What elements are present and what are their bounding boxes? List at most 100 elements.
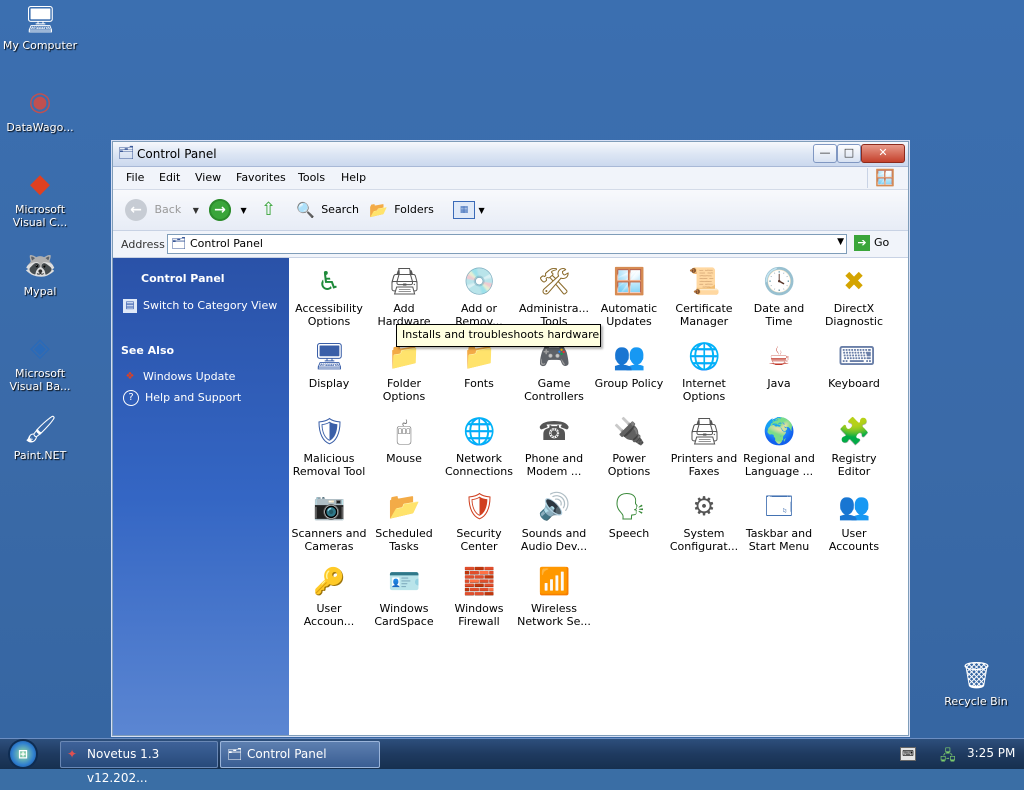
forward-button[interactable]: → ▼ <box>209 198 247 222</box>
windows-logo-icon: 🪟 <box>867 168 902 188</box>
menu-file[interactable]: File <box>126 171 144 184</box>
switch-category-view-link[interactable]: ▤ Switch to Category View <box>123 299 277 313</box>
cp-item-user-accounts[interactable]: 👥 User Accounts <box>816 491 892 553</box>
cp-item-user-accounts-2[interactable]: 🔑 User Accoun... <box>291 566 367 628</box>
cp-item-wireless-network[interactable]: 📶 Wireless Network Se... <box>516 566 592 628</box>
cp-item-label: Scheduled Tasks <box>375 527 433 553</box>
go-button[interactable]: ➔ Go <box>854 235 889 251</box>
cp-item-printers-faxes[interactable]: 🖨 Printers and Faxes <box>666 416 742 478</box>
menu-help[interactable]: Help <box>341 171 366 184</box>
wireless-network-icon: 📶 <box>538 567 571 597</box>
accessibility-options-icon: ♿ <box>317 267 341 297</box>
cp-item-regional-language[interactable]: 🌍 Regional and Language ... <box>741 416 817 478</box>
cp-item-certificate-manager[interactable]: 📜 Certificate Manager <box>666 266 742 328</box>
cp-item-label: Taskbar and Start Menu <box>745 527 813 553</box>
cp-item-mouse[interactable]: 🖱 Mouse <box>366 416 442 465</box>
windows-update-link[interactable]: ❖ Windows Update <box>123 370 236 384</box>
cp-item-administrative-tools[interactable]: 🛠 Administra... Tools <box>516 266 592 328</box>
keyboard-tray-icon[interactable]: ⌨ <box>900 747 916 761</box>
certificate-manager-icon: 📜 <box>688 267 721 297</box>
back-button[interactable]: ← Back ▼ <box>125 198 199 222</box>
cp-item-group-policy[interactable]: 👥 Group Policy <box>591 341 667 390</box>
cp-item-label: Regional and Language ... <box>743 452 815 478</box>
desktop-icon-mypal[interactable]: 🦝 Mypal <box>0 250 80 298</box>
cp-item-folder-options[interactable]: 📁 Folder Options <box>366 341 442 403</box>
cp-item-accessibility-options[interactable]: ♿ Accessibility Options <box>291 266 367 328</box>
menu-edit[interactable]: Edit <box>159 171 180 184</box>
cp-item-game-controllers[interactable]: 🎮 Game Controllers <box>516 341 592 403</box>
cp-item-label: System Configurat... <box>669 527 739 553</box>
minimize-button[interactable]: — <box>813 144 837 163</box>
close-button[interactable]: ✕ <box>861 144 905 163</box>
back-dropdown-icon[interactable]: ▼ <box>193 206 199 215</box>
regional-language-icon: 🌍 <box>763 417 796 447</box>
cp-item-scheduled-tasks[interactable]: 📂 Scheduled Tasks <box>366 491 442 553</box>
cp-item-label: Network Connections <box>445 452 513 478</box>
cp-item-registry-editor[interactable]: 🧩 Registry Editor <box>816 416 892 478</box>
search-label: Search <box>321 203 359 216</box>
cp-item-speech[interactable]: 🗣 Speech <box>591 491 667 540</box>
cp-item-phone-modem[interactable]: ☎ Phone and Modem ... <box>516 416 592 478</box>
add-remove-programs-icon: 💿 <box>463 267 496 297</box>
cp-item-scanners-cameras[interactable]: 📷 Scanners and Cameras <box>291 491 367 553</box>
sounds-audio-icon: 🔊 <box>538 492 571 522</box>
visual-basic-icon: ◈ <box>30 333 50 363</box>
clock[interactable]: 3:25 PM <box>967 746 1015 760</box>
desktop-icon-my-computer[interactable]: 🖥 My Computer <box>0 4 80 52</box>
address-bar: Address 🗂 Control Panel ▼ ➔ Go <box>113 231 908 258</box>
cp-item-add-hardware[interactable]: 🖨 Add Hardware <box>366 266 442 328</box>
cp-item-windows-cardspace[interactable]: 🪪 Windows CardSpace <box>366 566 442 628</box>
paint-net-icon: 🖌 <box>24 415 58 445</box>
menu-tools[interactable]: Tools <box>298 171 325 184</box>
desktop-icon-visual-c[interactable]: ◆ Microsoft Visual C... <box>0 168 80 229</box>
windows-update-icon: ❖ <box>125 371 135 382</box>
menu-favorites[interactable]: Favorites <box>236 171 286 184</box>
cp-item-windows-firewall[interactable]: 🧱 Windows Firewall <box>441 566 517 628</box>
cp-item-taskbar-start-menu[interactable]: 🗔 Taskbar and Start Menu <box>741 491 817 553</box>
cp-item-java[interactable]: ☕ Java <box>741 341 817 390</box>
maximize-button[interactable]: □ <box>837 144 861 163</box>
cp-item-internet-options[interactable]: 🌐 Internet Options <box>666 341 742 403</box>
up-folder-icon[interactable]: ⇧ <box>261 198 276 222</box>
cp-item-automatic-updates[interactable]: 🪟 Automatic Updates <box>591 266 667 328</box>
cp-item-add-remove-programs[interactable]: 💿 Add or Remov... <box>441 266 517 328</box>
desktop-icon-visual-basic[interactable]: ◈ Microsoft Visual Ba... <box>0 332 80 393</box>
cp-item-keyboard[interactable]: ⌨ Keyboard <box>816 341 892 390</box>
cp-item-malicious-removal-tool[interactable]: 🛡 Malicious Removal Tool <box>291 416 367 478</box>
go-arrow-icon: ➔ <box>854 235 870 251</box>
search-button[interactable]: 🔍 Search <box>296 198 359 222</box>
title-bar[interactable]: 🗂 Control Panel — □ ✕ <box>113 142 908 167</box>
malicious-removal-tool-icon: 🛡 <box>313 417 347 447</box>
desktop-icon-label: My Computer <box>2 39 78 52</box>
address-dropdown-icon[interactable]: ▼ <box>837 237 844 247</box>
desktop-icon-recycle-bin[interactable]: 🗑 Recycle Bin <box>936 660 1016 708</box>
help-support-link[interactable]: ? Help and Support <box>123 390 241 406</box>
cp-item-display[interactable]: 🖥 Display <box>291 341 367 390</box>
views-button[interactable]: ▦ ▼ <box>453 198 485 222</box>
cp-item-fonts[interactable]: 📁 Fonts <box>441 341 517 390</box>
add-hardware-icon: 🖨 <box>388 267 422 297</box>
forward-dropdown-icon[interactable]: ▼ <box>241 206 247 215</box>
cp-item-label: Windows CardSpace <box>374 602 434 628</box>
desktop-icon-paint-net[interactable]: 🖌 Paint.NET <box>0 414 80 462</box>
user-accounts-2-icon: 🔑 <box>313 567 346 597</box>
taskbar-task-novetus[interactable]: ✦ Novetus 1.3 v12.202... <box>60 741 218 785</box>
cp-item-directx-diagnostic[interactable]: ✖ DirectX Diagnostic <box>816 266 892 328</box>
cp-item-network-connections[interactable]: 🌐 Network Connections <box>441 416 517 478</box>
help-support-label: Help and Support <box>145 391 242 404</box>
cp-item-power-options[interactable]: 🔌 Power Options <box>591 416 667 478</box>
cp-item-date-time[interactable]: 🕓 Date and Time <box>741 266 817 328</box>
folders-button[interactable]: 📂 Folders <box>369 198 434 222</box>
taskbar-task-control-panel[interactable]: 🗂 Control Panel <box>220 741 380 768</box>
cp-item-label: Internet Options <box>682 377 726 403</box>
control-panel-task-icon: 🗂 <box>227 747 243 761</box>
cp-item-security-center[interactable]: 🛡 Security Center <box>441 491 517 553</box>
cp-item-system-configuration[interactable]: ⚙ System Configurat... <box>666 491 742 553</box>
menu-view[interactable]: View <box>195 171 221 184</box>
address-field[interactable]: 🗂 Control Panel ▼ <box>167 234 847 254</box>
start-button[interactable]: ⊞ <box>10 741 36 767</box>
network-tray-icon[interactable]: 🖧 <box>940 745 956 769</box>
cp-item-label: Registry Editor <box>831 452 877 478</box>
cp-item-sounds-audio[interactable]: 🔊 Sounds and Audio Dev... <box>516 491 592 553</box>
desktop-icon-datawagon[interactable]: ◉ DataWago... <box>0 86 80 134</box>
